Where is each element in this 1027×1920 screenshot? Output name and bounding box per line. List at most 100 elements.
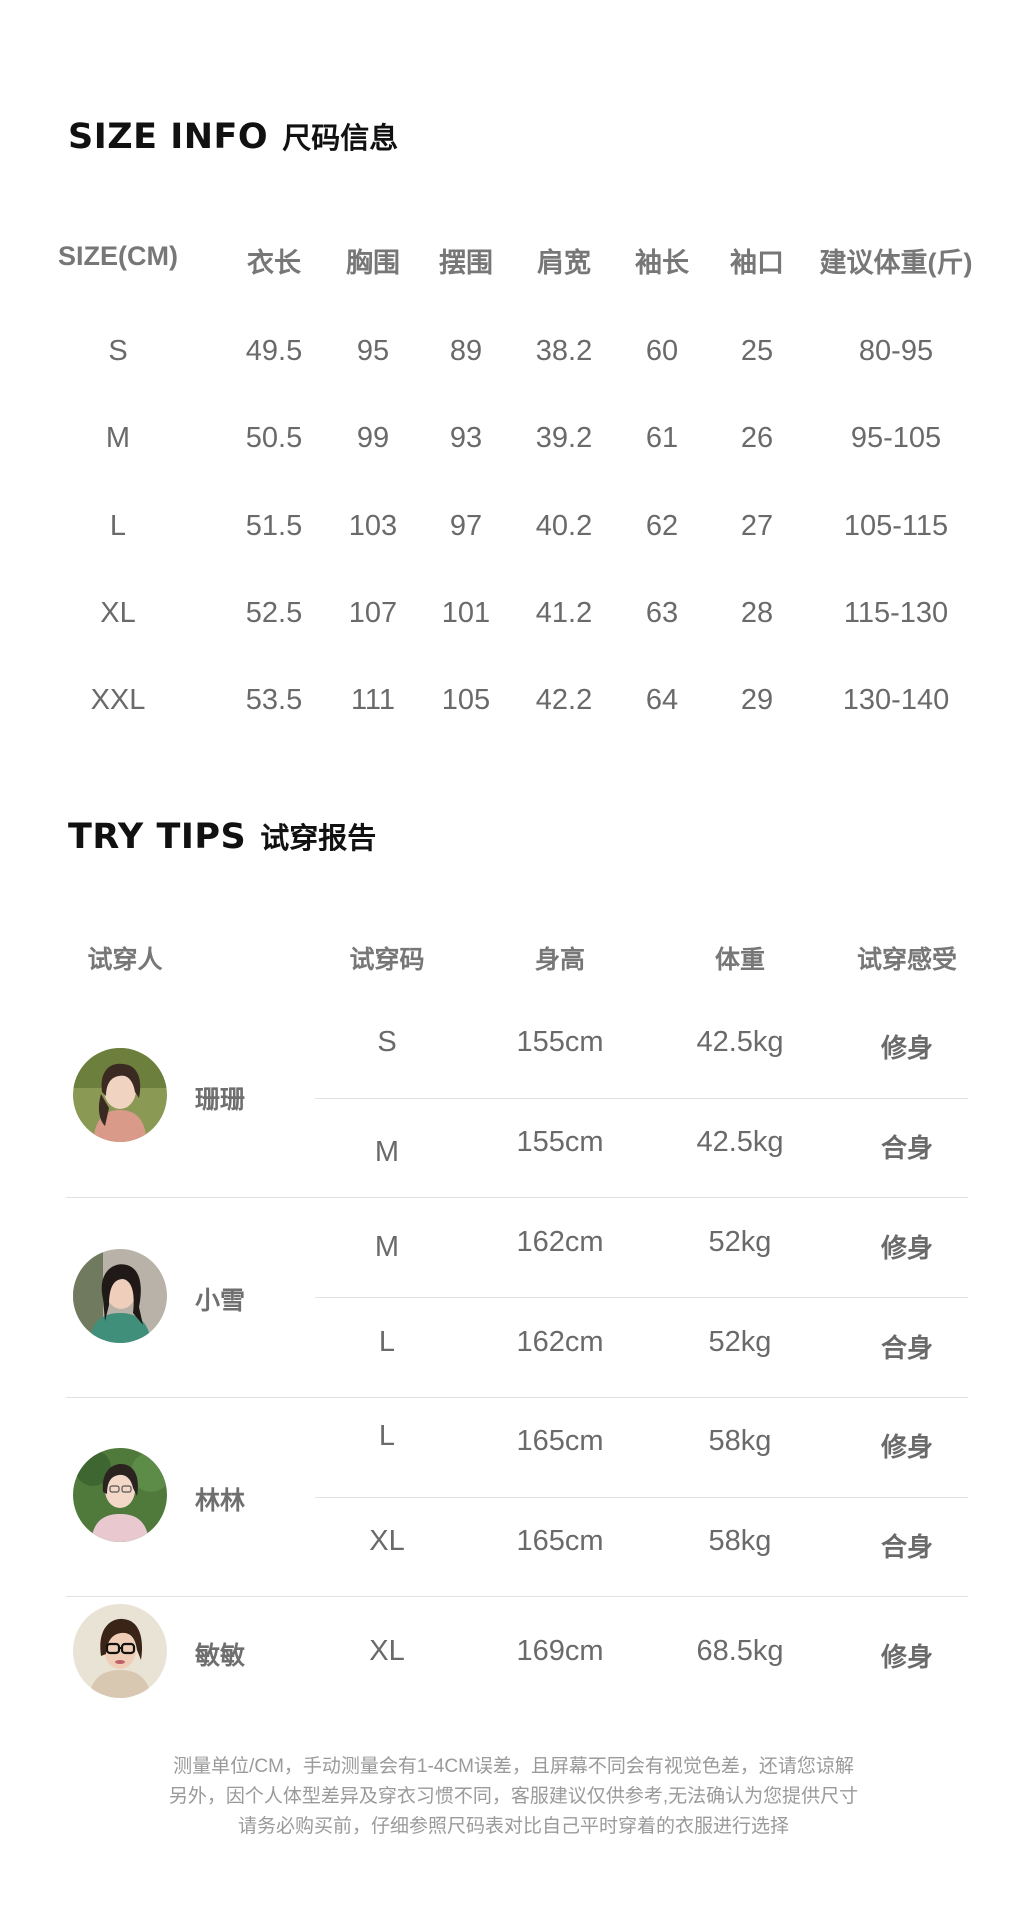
fit-size: L [378, 1420, 396, 1452]
size-cell-chest: 111 [350, 684, 396, 716]
size-cell-length: 50.5 [245, 422, 303, 454]
size-cell-cuff: 29 [740, 684, 774, 716]
size-cell-hem: 97 [449, 510, 483, 542]
size-cell-size-label: L [109, 510, 127, 542]
fit-weight: 52kg [708, 1226, 772, 1258]
fit-feel: 修身 [880, 1642, 934, 1672]
size-cell-length: 52.5 [245, 597, 303, 629]
group-divider [66, 1397, 968, 1398]
fit-weight: 68.5kg [696, 1635, 784, 1667]
group-divider [66, 1197, 968, 1198]
avatar-minmin [73, 1604, 167, 1698]
try-header-height: 身高 [534, 946, 586, 974]
size-cell-shoulder: 38.2 [535, 335, 593, 367]
size-info-title-en: SIZE INFO [68, 117, 269, 157]
fit-feel: 修身 [880, 1033, 934, 1063]
size-header-sleeve: 袖长 [635, 248, 689, 278]
avatar-linlin [73, 1448, 167, 1542]
size-cell-chest: 95 [356, 335, 390, 367]
size-cell-cuff: 27 [740, 510, 774, 542]
size-header-length: 衣长 [247, 248, 301, 278]
try-header-feel: 试穿感受 [856, 946, 958, 974]
size-cell-chest: 103 [348, 510, 398, 542]
fit-feel: 合身 [880, 1133, 934, 1163]
row-divider [315, 1497, 968, 1498]
size-cell-shoulder: 41.2 [535, 597, 593, 629]
size-cell-chest: 107 [348, 597, 398, 629]
size-cell-cuff: 26 [740, 422, 774, 454]
tester-name: 敏敏 [195, 1642, 246, 1670]
size-header-size: SIZE(CM) [58, 241, 178, 271]
size-cell-weight-range: 105-115 [843, 510, 949, 542]
fit-height: 169cm [516, 1635, 604, 1667]
footnote-line: 另外，因个人体型差异及穿衣习惯不同，客服建议仅供参考,无法确认为您提供尺寸 [168, 1786, 859, 1807]
fit-height: 155cm [516, 1126, 604, 1158]
size-cell-size-label: S [108, 335, 128, 367]
row-divider [315, 1098, 968, 1099]
size-cell-length: 53.5 [245, 684, 303, 716]
row-divider [315, 1297, 968, 1298]
try-tips-title-zh: 试穿报告 [260, 821, 377, 855]
avatar-xiaoxue [73, 1249, 167, 1343]
size-cell-sleeve: 63 [645, 597, 679, 629]
size-cell-size-label: XXL [90, 684, 146, 716]
size-cell-chest: 99 [356, 422, 390, 454]
fit-height: 162cm [516, 1326, 604, 1358]
fit-size: M [374, 1136, 400, 1168]
tester-name: 林林 [195, 1487, 246, 1515]
footnote-line: 测量单位/CM，手动测量会有1-4CM误差，且屏幕不同会有视觉色差，还请您谅解 [173, 1756, 854, 1777]
size-header-cuff: 袖口 [730, 248, 784, 278]
fit-size: XL [369, 1525, 405, 1557]
size-cell-cuff: 28 [740, 597, 774, 629]
size-cell-hem: 93 [449, 422, 483, 454]
footnote: 测量单位/CM，手动测量会有1-4CM误差，且屏幕不同会有视觉色差，还请您谅解 … [0, 1752, 1027, 1842]
tester-name: 珊珊 [195, 1086, 246, 1114]
size-cell-length: 51.5 [245, 510, 303, 542]
try-tips-title: TRY TIPS 试穿报告 [68, 815, 376, 857]
fit-height: 165cm [516, 1525, 604, 1557]
size-cell-hem: 105 [441, 684, 491, 716]
size-cell-sleeve: 62 [645, 510, 679, 542]
fit-feel: 合身 [880, 1532, 934, 1562]
size-cell-sleeve: 61 [645, 422, 679, 454]
size-cell-sleeve: 60 [645, 335, 679, 367]
size-cell-cuff: 25 [740, 335, 774, 367]
try-header-tester: 试穿人 [87, 946, 163, 974]
size-cell-weight-range: 95-105 [850, 422, 942, 454]
fit-height: 155cm [516, 1026, 604, 1058]
fit-feel: 合身 [880, 1333, 934, 1363]
fit-weight: 42.5kg [696, 1126, 784, 1158]
fit-feel: 修身 [880, 1432, 934, 1462]
size-cell-size-label: XL [100, 597, 136, 629]
try-tips-title-en: TRY TIPS [68, 817, 247, 857]
fit-feel: 修身 [880, 1233, 934, 1263]
group-divider [66, 1596, 968, 1597]
fit-size: L [378, 1326, 396, 1358]
size-header-hem: 摆围 [439, 248, 493, 278]
size-cell-weight-range: 115-130 [843, 597, 949, 629]
size-info-title: SIZE INFO 尺码信息 [68, 115, 398, 157]
fit-weight: 42.5kg [696, 1026, 784, 1058]
footnote-line: 请务必购买前，仔细参照尺码表对比自己平时穿着的衣服进行选择 [237, 1816, 789, 1837]
avatar-shanshan [73, 1048, 167, 1142]
size-cell-size-label: M [105, 422, 131, 454]
fit-size: XL [369, 1635, 405, 1667]
size-cell-hem: 89 [449, 335, 483, 367]
fit-weight: 58kg [708, 1425, 772, 1457]
fit-size: S [377, 1026, 397, 1058]
fit-weight: 52kg [708, 1326, 772, 1358]
size-cell-shoulder: 40.2 [535, 510, 593, 542]
size-cell-shoulder: 42.2 [535, 684, 593, 716]
size-cell-hem: 101 [441, 597, 491, 629]
size-header-shoulder: 肩宽 [537, 248, 591, 278]
size-cell-weight-range: 130-140 [842, 684, 950, 716]
size-info-title-zh: 尺码信息 [282, 121, 399, 155]
fit-weight: 58kg [708, 1525, 772, 1557]
try-header-weight: 体重 [714, 946, 766, 974]
fit-size: M [374, 1231, 400, 1263]
tester-name: 小雪 [195, 1287, 246, 1315]
try-header-size: 试穿码 [349, 946, 425, 974]
size-cell-weight-range: 80-95 [858, 335, 934, 367]
size-cell-length: 49.5 [245, 335, 303, 367]
size-cell-shoulder: 39.2 [535, 422, 593, 454]
